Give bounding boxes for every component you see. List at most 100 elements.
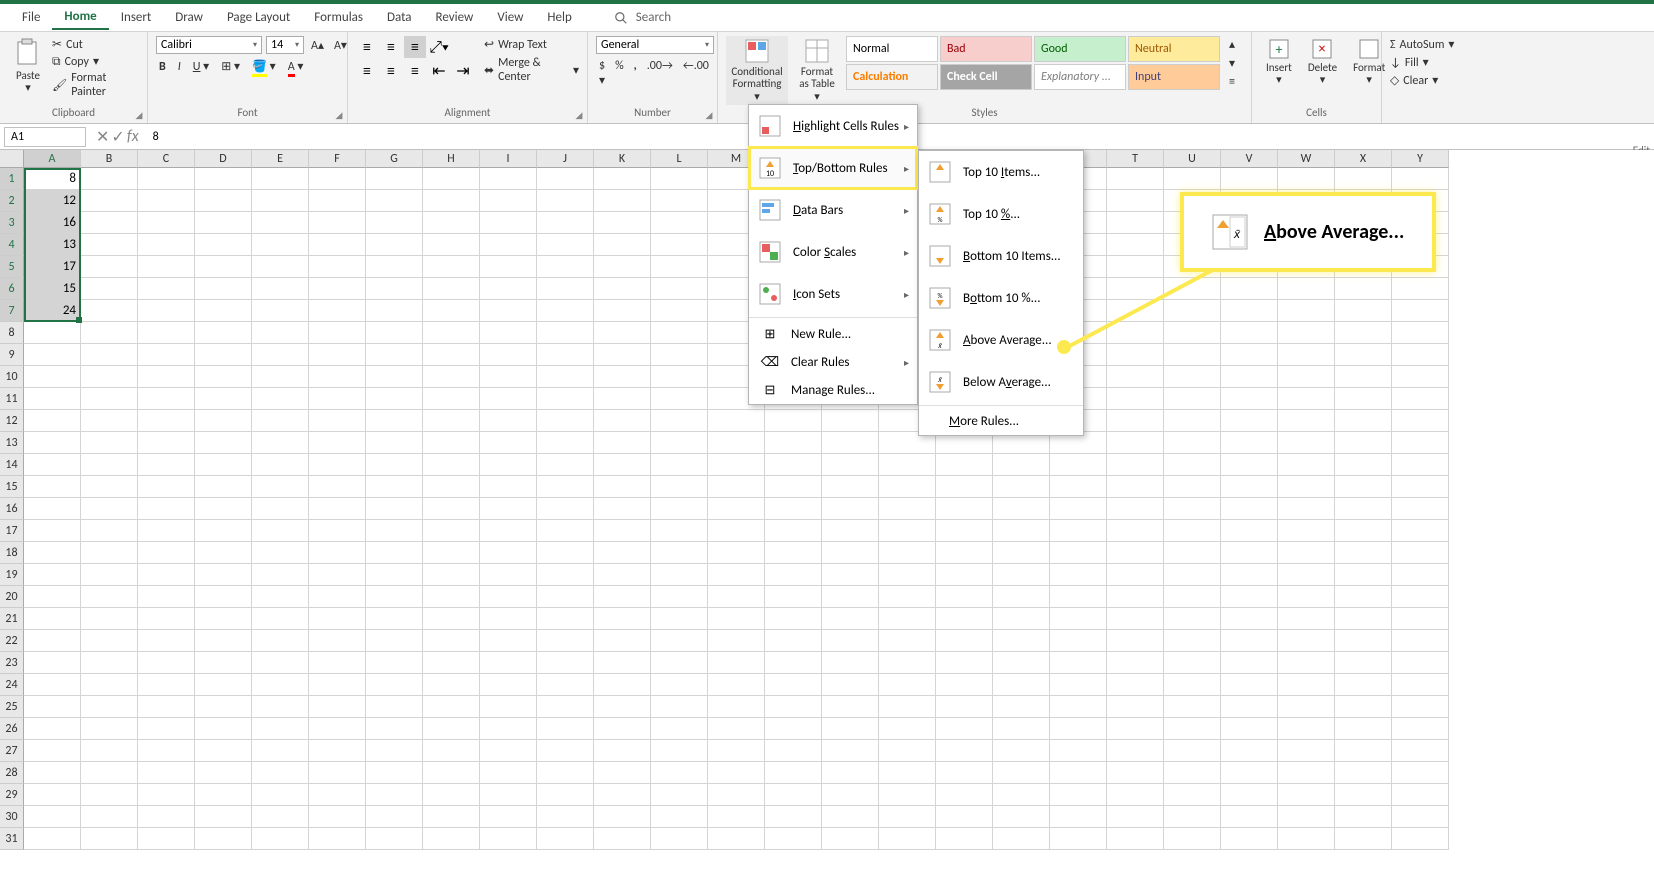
- cell-C17[interactable]: [138, 520, 195, 542]
- highlight-cells-rules-item[interactable]: Highlight Cells Rules▸: [749, 105, 917, 147]
- cell-V15[interactable]: [1221, 476, 1278, 498]
- cell-R20[interactable]: [993, 586, 1050, 608]
- cell-L16[interactable]: [651, 498, 708, 520]
- cell-K2[interactable]: [594, 190, 651, 212]
- cell-E22[interactable]: [252, 630, 309, 652]
- row-header-19[interactable]: 19: [0, 564, 24, 586]
- cell-I5[interactable]: [480, 256, 537, 278]
- cell-U1[interactable]: [1164, 168, 1221, 190]
- cell-C22[interactable]: [138, 630, 195, 652]
- cell-L3[interactable]: [651, 212, 708, 234]
- cell-C11[interactable]: [138, 388, 195, 410]
- cell-A28[interactable]: [24, 762, 81, 784]
- cell-F10[interactable]: [309, 366, 366, 388]
- cell-T18[interactable]: [1107, 542, 1164, 564]
- cell-S30[interactable]: [1050, 806, 1107, 828]
- cell-A9[interactable]: [24, 344, 81, 366]
- cell-T23[interactable]: [1107, 652, 1164, 674]
- cell-V27[interactable]: [1221, 740, 1278, 762]
- cell-V12[interactable]: [1221, 410, 1278, 432]
- cell-I20[interactable]: [480, 586, 537, 608]
- cell-D26[interactable]: [195, 718, 252, 740]
- cell-B31[interactable]: [81, 828, 138, 850]
- cell-P30[interactable]: [879, 806, 936, 828]
- cell-G7[interactable]: [366, 300, 423, 322]
- cell-G1[interactable]: [366, 168, 423, 190]
- cell-A8[interactable]: [24, 322, 81, 344]
- manage-rules-item[interactable]: ⊟ Manage Rules...: [749, 376, 917, 404]
- cell-L31[interactable]: [651, 828, 708, 850]
- cell-G22[interactable]: [366, 630, 423, 652]
- cell-W31[interactable]: [1278, 828, 1335, 850]
- cell-U30[interactable]: [1164, 806, 1221, 828]
- cell-J4[interactable]: [537, 234, 594, 256]
- cell-H26[interactable]: [423, 718, 480, 740]
- cell-X13[interactable]: [1335, 432, 1392, 454]
- cell-J28[interactable]: [537, 762, 594, 784]
- column-header-X[interactable]: X: [1335, 150, 1392, 168]
- cell-L20[interactable]: [651, 586, 708, 608]
- cell-C21[interactable]: [138, 608, 195, 630]
- cell-G31[interactable]: [366, 828, 423, 850]
- cell-E7[interactable]: [252, 300, 309, 322]
- cell-E12[interactable]: [252, 410, 309, 432]
- cell-M22[interactable]: [708, 630, 765, 652]
- cell-N14[interactable]: [765, 454, 822, 476]
- column-header-E[interactable]: E: [252, 150, 309, 168]
- cell-P19[interactable]: [879, 564, 936, 586]
- cell-B25[interactable]: [81, 696, 138, 718]
- tab-formulas[interactable]: Formulas: [302, 6, 375, 29]
- cell-U13[interactable]: [1164, 432, 1221, 454]
- cell-X11[interactable]: [1335, 388, 1392, 410]
- cell-V7[interactable]: [1221, 300, 1278, 322]
- row-header-12[interactable]: 12: [0, 410, 24, 432]
- cell-J10[interactable]: [537, 366, 594, 388]
- cell-C29[interactable]: [138, 784, 195, 806]
- cell-I9[interactable]: [480, 344, 537, 366]
- decrease-decimal-button[interactable]: ←.00: [680, 58, 712, 89]
- top-10-items-item[interactable]: Top 10 Items...: [919, 151, 1083, 193]
- cell-Q21[interactable]: [936, 608, 993, 630]
- cell-C4[interactable]: [138, 234, 195, 256]
- cell-P15[interactable]: [879, 476, 936, 498]
- cell-D24[interactable]: [195, 674, 252, 696]
- cell-W16[interactable]: [1278, 498, 1335, 520]
- cell-F5[interactable]: [309, 256, 366, 278]
- cell-K17[interactable]: [594, 520, 651, 542]
- cell-A10[interactable]: [24, 366, 81, 388]
- cell-F7[interactable]: [309, 300, 366, 322]
- cell-K21[interactable]: [594, 608, 651, 630]
- cell-X22[interactable]: [1335, 630, 1392, 652]
- cell-B5[interactable]: [81, 256, 138, 278]
- cell-I4[interactable]: [480, 234, 537, 256]
- cell-A1[interactable]: 8: [24, 168, 81, 190]
- cell-C26[interactable]: [138, 718, 195, 740]
- cell-F21[interactable]: [309, 608, 366, 630]
- cell-E30[interactable]: [252, 806, 309, 828]
- cell-K8[interactable]: [594, 322, 651, 344]
- cell-K24[interactable]: [594, 674, 651, 696]
- cell-I21[interactable]: [480, 608, 537, 630]
- row-header-29[interactable]: 29: [0, 784, 24, 806]
- cell-K12[interactable]: [594, 410, 651, 432]
- cell-F19[interactable]: [309, 564, 366, 586]
- cell-Q24[interactable]: [936, 674, 993, 696]
- cell-V6[interactable]: [1221, 278, 1278, 300]
- cell-D13[interactable]: [195, 432, 252, 454]
- tell-me-search[interactable]: Search: [614, 10, 671, 25]
- cell-Y17[interactable]: [1392, 520, 1449, 542]
- cell-W23[interactable]: [1278, 652, 1335, 674]
- cell-F15[interactable]: [309, 476, 366, 498]
- cell-F11[interactable]: [309, 388, 366, 410]
- cell-K30[interactable]: [594, 806, 651, 828]
- cell-X28[interactable]: [1335, 762, 1392, 784]
- cell-F24[interactable]: [309, 674, 366, 696]
- cell-T28[interactable]: [1107, 762, 1164, 784]
- cell-J3[interactable]: [537, 212, 594, 234]
- align-top-button[interactable]: ≡: [356, 36, 378, 58]
- cell-H18[interactable]: [423, 542, 480, 564]
- cell-T27[interactable]: [1107, 740, 1164, 762]
- cell-J9[interactable]: [537, 344, 594, 366]
- cell-O18[interactable]: [822, 542, 879, 564]
- cell-K4[interactable]: [594, 234, 651, 256]
